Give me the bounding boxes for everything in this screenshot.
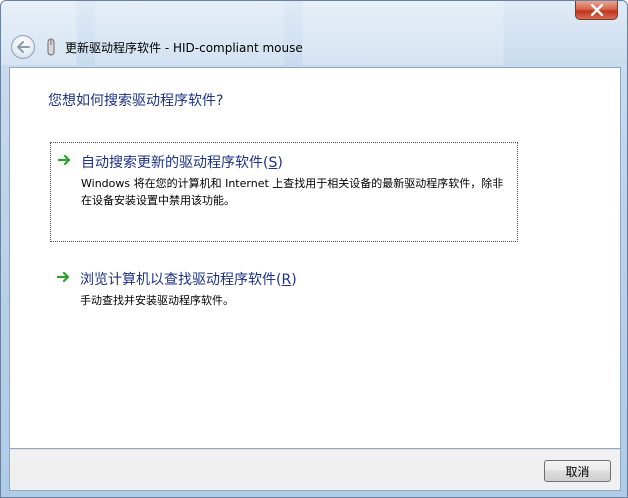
option-description: 手动查找并安装驱动程序软件。 — [80, 294, 234, 307]
close-button[interactable] — [575, 1, 618, 20]
window-title: 更新驱动程序软件 - HID-compliant mouse — [65, 41, 303, 55]
back-arrow-icon — [17, 41, 30, 53]
option-accel-key: R — [281, 272, 292, 288]
option-title-text: 浏览计算机以查找驱动程序软件 — [80, 272, 276, 288]
cancel-button[interactable]: 取消 — [544, 460, 611, 482]
option-auto-search[interactable]: 自动搜索更新的驱动程序软件(S) Windows 将在您的计算机和 Intern… — [50, 142, 518, 242]
option-browse-computer[interactable]: 浏览计算机以查找驱动程序软件(R) 手动查找并安装驱动程序软件。 — [50, 260, 518, 310]
option-accel-close: ) — [277, 155, 283, 171]
back-button[interactable] — [11, 35, 35, 59]
button-bar: 取消 — [9, 449, 621, 491]
close-icon — [590, 4, 603, 16]
option-title[interactable]: 自动搜索更新的驱动程序软件(S) — [81, 152, 283, 172]
option-title[interactable]: 浏览计算机以查找驱动程序软件(R) — [80, 269, 297, 289]
option-accel-close: ) — [291, 272, 297, 288]
green-arrow-icon — [57, 271, 70, 283]
page-heading: 您想如何搜索驱动程序软件? — [48, 93, 224, 109]
content-panel: 您想如何搜索驱动程序软件? 自动搜索更新的驱动程序软件(S) Windows 将… — [9, 67, 621, 449]
dialog-window: 更新驱动程序软件 - HID-compliant mouse 您想如何搜索驱动程… — [0, 0, 628, 498]
mouse-device-icon — [47, 38, 55, 56]
option-title-text: 自动搜索更新的驱动程序软件 — [81, 155, 263, 171]
option-description: Windows 将在您的计算机和 Internet 上查找用于相关设备的最新驱动… — [81, 177, 504, 207]
green-arrow-icon — [58, 154, 71, 166]
